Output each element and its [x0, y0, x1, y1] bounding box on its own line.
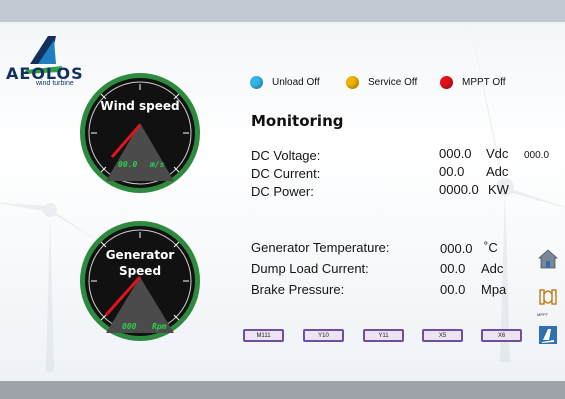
home-icon[interactable] — [538, 248, 558, 270]
brake-pressure-label: Brake Pressure: — [251, 282, 345, 297]
x6-button[interactable]: X6 — [481, 329, 522, 342]
generator-temperature-value: 000.0 — [440, 241, 473, 256]
dc-power-label: DC Power: — [251, 184, 314, 199]
service-status-dot — [346, 76, 359, 89]
generator-speed-title-1: Generator — [105, 248, 175, 262]
dc-voltage-label: DC Voltage: — [251, 148, 321, 163]
dump-load-current-unit: Adc — [481, 261, 504, 276]
x5-button[interactable]: X5 — [422, 329, 463, 342]
dump-load-current-label: Dump Load Current: — [251, 261, 369, 276]
dc-power-value: 0000.0 — [439, 182, 479, 197]
aeolos-nav-icon[interactable] — [538, 324, 558, 346]
dc-voltage-extra: 000.0 — [524, 150, 550, 161]
mppt-status-dot — [440, 76, 453, 89]
unload-status-dot — [250, 76, 263, 89]
brand-tagline: wind turbine — [36, 80, 74, 87]
brake-pressure-unit: Mpa — [481, 282, 507, 297]
generator-speed-title-2: Speed — [118, 264, 162, 278]
monitoring-title: Monitoring — [251, 112, 344, 130]
y11-button[interactable]: Y11 — [363, 329, 404, 342]
wind-speed-title: Wind speed — [100, 99, 180, 113]
dc-voltage-value: 000.0 — [439, 146, 472, 161]
generator-temperature-unit: ˚C — [484, 240, 498, 255]
mppt-icon-label: MPPT — [537, 312, 549, 317]
m111-button[interactable]: M111 — [243, 329, 284, 342]
generator-speed-gauge — [80, 221, 200, 341]
unload-status-label: Unload Off — [272, 77, 320, 88]
generator-speed-unit: Rpm — [152, 322, 167, 331]
generator-temperature-label: Generator Temperature: — [251, 240, 390, 255]
dc-power-unit: KW — [488, 182, 509, 197]
wind-speed-unit: m/s — [150, 160, 165, 169]
unload-indicator: Unload Off — [250, 76, 320, 89]
dc-current-value: 00.0 — [439, 164, 465, 179]
dump-load-current-value: 00.0 — [440, 261, 466, 276]
top-bar — [0, 0, 565, 22]
service-status-label: Service Off — [368, 77, 418, 88]
brake-pressure-value: 00.0 — [440, 282, 466, 297]
dc-current-label: DC Current: — [251, 166, 321, 181]
wind-speed-gauge — [80, 73, 200, 193]
service-indicator: Service Off — [346, 76, 417, 89]
dc-voltage-unit: Vdc — [486, 146, 509, 161]
mppt-icon[interactable] — [538, 286, 558, 308]
dc-current-unit: Adc — [486, 164, 509, 179]
bottom-bar — [0, 381, 565, 399]
wind-speed-value: 00.0 — [118, 160, 138, 169]
mppt-indicator: MPPT Off — [440, 76, 506, 89]
y10-button[interactable]: Y10 — [303, 329, 344, 342]
mppt-status-label: MPPT Off — [462, 77, 506, 88]
generator-speed-value: 000 — [122, 322, 137, 331]
